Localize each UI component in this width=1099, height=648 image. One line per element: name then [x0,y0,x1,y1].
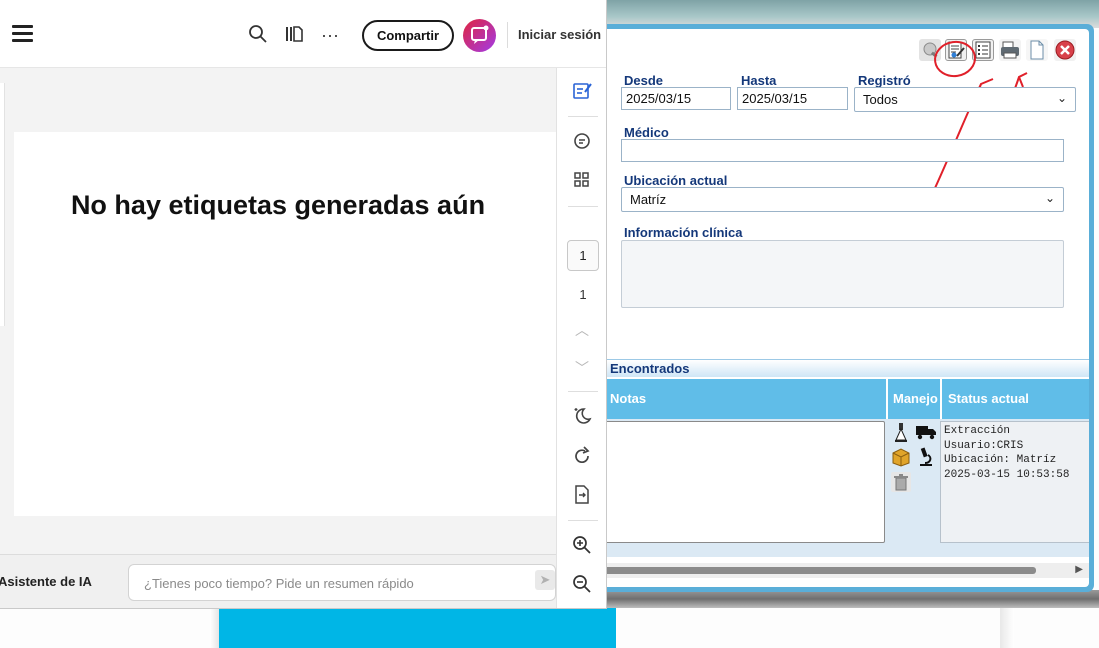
rail-divider [568,520,598,521]
total-pages: 1 [579,287,587,302]
ai-assistant-bar: Asistente de IA ¿Tienes poco tiempo? Pid… [0,554,556,608]
lab-app-content: Desde 2025/03/15 Hasta 2025/03/15 Regist… [599,29,1089,587]
medico-label: Médico [624,125,669,140]
medico-input[interactable] [621,139,1064,162]
package-icon[interactable] [891,447,911,467]
panels-icon[interactable] [283,24,305,46]
ai-assistant-button[interactable] [463,19,496,52]
menu-icon[interactable] [12,25,33,43]
rail-divider [568,116,598,117]
lab-flask-icon[interactable] [891,422,911,442]
next-page-icon[interactable]: ﹀ [570,358,594,378]
sign-in-link[interactable]: Iniciar sesión [518,27,601,42]
horizontal-scrollbar[interactable]: ▶ [604,563,1089,578]
background-cyan-panel [219,608,616,648]
scroll-right-icon[interactable]: ▶ [1075,564,1083,575]
ai-prompt-input[interactable]: ¿Tienes poco tiempo? Pide un resumen ráp… [128,564,556,601]
registro-label: Registró [858,73,911,88]
rail-divider [568,391,598,392]
send-icon[interactable]: ➤ [535,570,555,590]
microscope-icon[interactable] [915,447,935,467]
status-actual-cell: Extracción Usuario:CRIS Ubicación: Matrí… [940,421,1089,543]
more-options-icon[interactable]: ··· [319,24,341,46]
ai-chat-icon [471,25,489,44]
empty-labels-message: No hay etiquetas generadas aún [70,190,486,220]
lab-app-window: Desde 2025/03/15 Hasta 2025/03/15 Regist… [594,24,1094,592]
current-page-input[interactable]: 1 [567,240,599,271]
ai-assistant-label: Asistente de IA [0,574,92,589]
background-window-edge [600,590,1099,608]
previous-page-icon[interactable]: ︿ [570,320,594,340]
desde-label: Desde [624,73,664,88]
trash-icon[interactable] [891,472,911,492]
comment-icon[interactable] [570,130,594,154]
chevron-down-icon: ⌄ [1056,91,1067,105]
rotate-icon[interactable] [570,445,594,469]
background-shadow [1000,608,1014,648]
desktop: Desde 2025/03/15 Hasta 2025/03/15 Regist… [0,0,1099,648]
column-header-notas[interactable]: Notas [604,379,886,419]
ubicacion-select-value: Matríz [630,192,667,207]
right-tool-rail: 1 1 ︿ ﹀ [556,68,606,608]
ubicacion-select[interactable]: Matríz ⌄ [621,187,1064,212]
informacion-clinica-textarea[interactable] [621,240,1064,308]
background-shadow [210,608,219,648]
hasta-label: Hasta [741,73,777,88]
hasta-date-input[interactable]: 2025/03/15 [737,87,848,110]
column-header-manejo[interactable]: Manejo [888,379,940,419]
pdf-viewer-window: ··· Compartir Iniciar sesión No hay etiq… [0,0,607,609]
notes-textarea[interactable] [604,421,885,543]
encontrados-section-title: Encontrados [604,359,1089,377]
edit-pdf-icon[interactable] [570,80,594,104]
desde-date-input[interactable]: 2025/03/15 [621,87,731,110]
truck-icon[interactable] [915,423,936,443]
convert-file-icon[interactable] [570,484,594,508]
informacion-clinica-label: Información clínica [624,225,743,240]
registro-select[interactable]: Todos ⌄ [854,87,1076,112]
viewer-toolbar: ··· Compartir Iniciar sesión [0,0,606,68]
share-button[interactable]: Compartir [362,20,454,51]
zoom-in-icon[interactable] [570,534,594,558]
rail-divider [568,206,598,207]
zoom-out-icon[interactable] [570,573,594,597]
chevron-down-icon: ⌄ [1044,191,1055,205]
column-header-status[interactable]: Status actual [942,379,1089,419]
toolbar-divider [507,22,508,48]
thumbnails-grid-icon[interactable] [570,169,594,193]
scrollbar-thumb[interactable] [604,567,1036,574]
document-page: No hay etiquetas generadas aún [14,132,556,516]
ubicacion-label: Ubicación actual [624,173,728,188]
registro-select-value: Todos [863,92,898,107]
dark-mode-icon[interactable] [570,405,594,429]
search-icon[interactable] [247,24,269,46]
